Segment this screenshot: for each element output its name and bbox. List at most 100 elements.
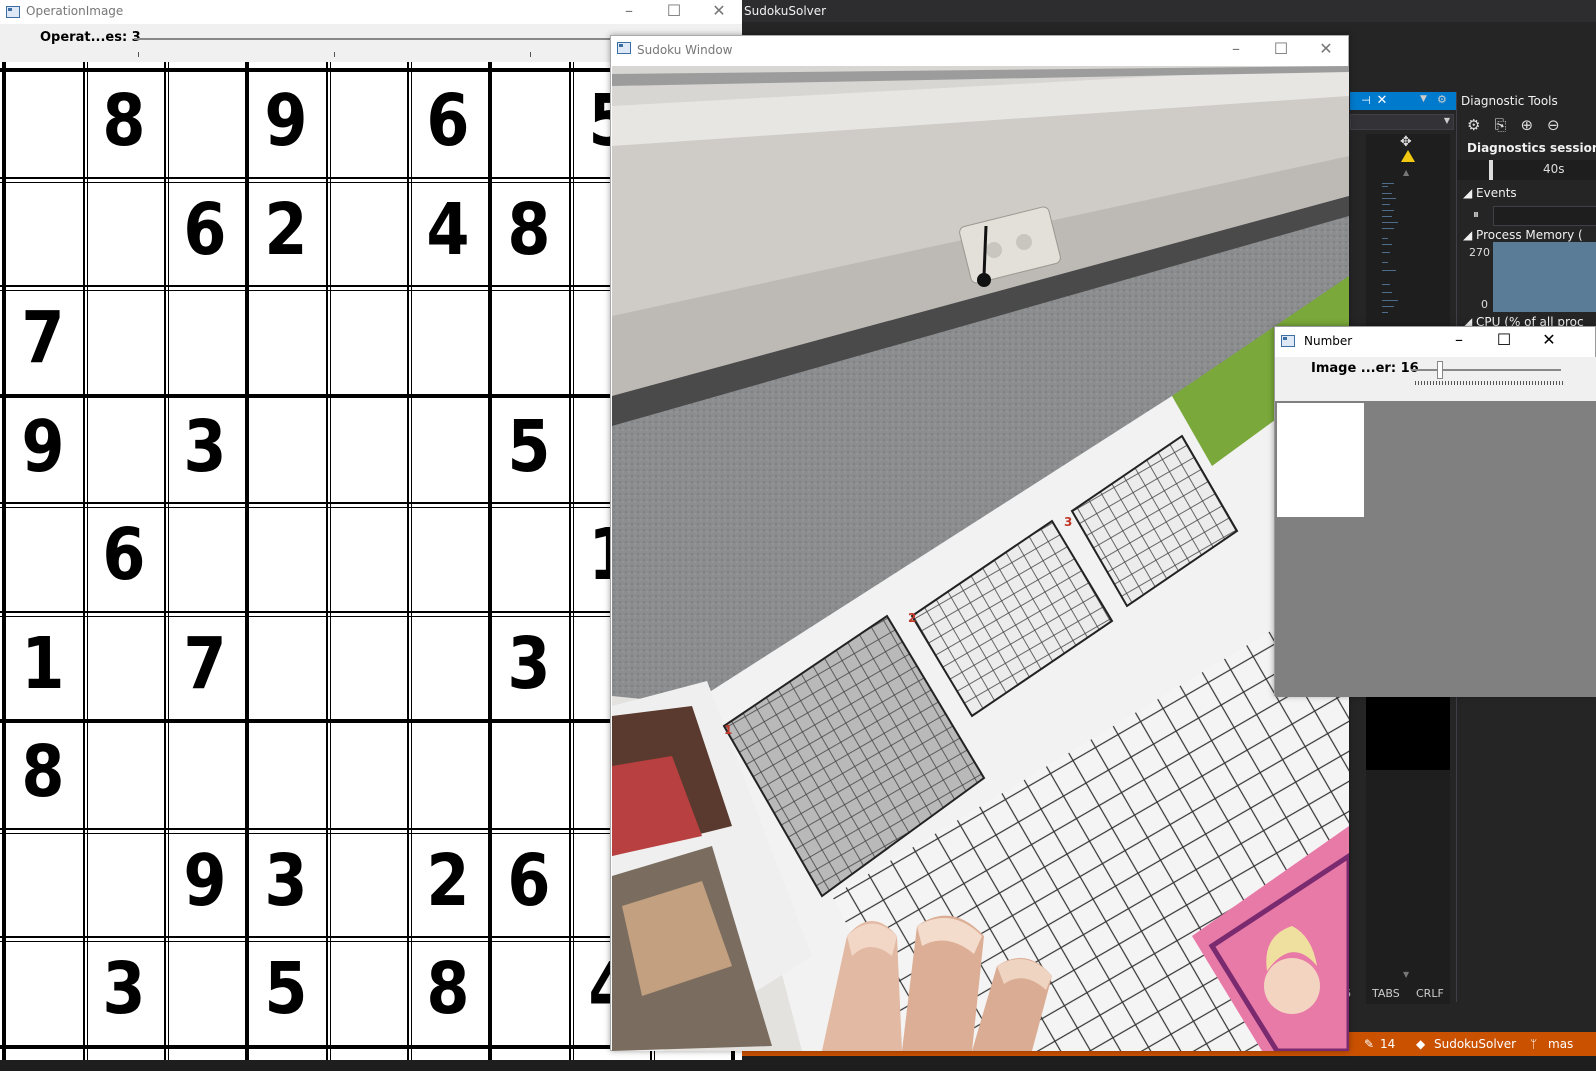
warning-icon[interactable] [1401,150,1415,162]
trackbar-tick [1433,381,1434,385]
minimap-code-line [1382,262,1388,263]
number-trackbar-thumb[interactable] [1437,361,1443,379]
trackbar-tick [1466,381,1467,385]
trackbar-tick [1478,381,1479,385]
move-icon[interactable]: ✥ [1400,134,1412,150]
events-label: Events [1476,186,1517,200]
maximize-icon[interactable]: ☐ [1258,38,1304,62]
gear-icon[interactable]: ⚙ [1437,93,1447,106]
extracted-digit-image [1277,403,1364,517]
minimap-viewport[interactable] [1366,694,1450,770]
trackbar-tick [1496,381,1497,385]
memory-axis-max: 270 [1469,246,1490,259]
pause-icon[interactable]: ⏸ [1473,207,1479,222]
sudoku-cell-digit: 6 [102,512,146,597]
maximize-icon[interactable]: ☐ [651,0,697,24]
settings-icon[interactable]: ⚙ [1467,116,1480,134]
trackbar-tick [1442,381,1443,385]
trackbar-tick [1547,381,1548,385]
trackbar-tick [1499,381,1500,385]
minimize-icon[interactable]: – [1436,329,1482,353]
trackbar-tick [1514,381,1515,385]
diagnostic-toolbar: ⚙ ⎘ ⊕ ⊖ [1457,112,1596,138]
maximize-icon[interactable]: ☐ [1481,329,1527,353]
project-name[interactable]: SudokuSolver [1434,1032,1516,1056]
trackbar-tick [1481,381,1482,385]
sudoku-cell-digit: 3 [102,946,146,1031]
minimap-code-line [1382,228,1394,229]
close-icon[interactable]: ✕ [1303,38,1349,62]
zoom-out-icon[interactable]: ⊖ [1547,116,1560,134]
process-memory-label: Process Memory ( [1476,228,1583,242]
trackbar-tick [1559,381,1560,385]
camera-photo: 1 2 3 [612,66,1349,1051]
edits-count[interactable]: 14 [1380,1032,1395,1056]
export-icon[interactable]: ⎘ [1494,116,1506,134]
trackbar-tick [1487,381,1488,385]
minimap-code-line [1382,252,1390,253]
sudoku-cell-digit: 8 [102,78,146,163]
trackbar-tick [1418,381,1419,385]
pin-icon[interactable]: ⊣ [1358,92,1374,110]
sudoku-cell-digit: 2 [264,186,308,271]
diagnostics-session-label: Diagnostics session [1467,141,1596,155]
number-trackbar-row: Image ...er: 16 [1275,357,1596,401]
sudoku-cell-digit: 4 [426,186,470,271]
trackbar-tick [1511,381,1512,385]
trackbar-tick [1448,381,1449,385]
vs-combo-box[interactable]: ▼ [1350,114,1454,130]
number-window-title: Number [1304,334,1353,348]
number-window-titlebar[interactable]: Number – ☐ ✕ [1275,327,1595,357]
dropdown-icon[interactable]: ▼ [1420,94,1427,104]
zoom-in-icon[interactable]: ⊕ [1520,116,1533,134]
number-window: Number – ☐ ✕ Image ...er: 16 [1274,326,1596,697]
crlf-indicator[interactable]: CRLF [1416,987,1444,1000]
photo-drawing: 1 2 3 [612,66,1349,1051]
close-icon[interactable]: ✕ [1526,329,1572,353]
branch-name[interactable]: mas [1548,1032,1573,1056]
trackbar-tick [530,52,531,57]
app-icon [617,42,631,54]
sudoku-cell-digit: 8 [507,186,551,271]
pencil-icon[interactable]: ✎ [1364,1032,1374,1056]
operation-window-titlebar[interactable]: OperationImage – ☐ ✕ [0,0,742,24]
diagnostics-timeline[interactable]: 40s [1457,160,1596,180]
memory-axis-min: 0 [1481,298,1488,311]
sudoku-cell-digit: 6 [183,186,227,271]
scroll-up-icon[interactable]: ▲ [1403,168,1409,177]
trackbar-tick [1463,381,1464,385]
minimap-code-line [1382,183,1394,184]
close-icon[interactable]: ✕ [696,0,742,24]
minimap-code-line [1382,306,1394,307]
trackbar-tick [1517,381,1518,385]
scroll-down-icon[interactable]: ▼ [1403,970,1409,979]
sudoku-cell-digit: 9 [183,837,227,922]
operation-trackbar-label: Operat...es: 3 [40,30,141,45]
process-memory-section[interactable]: ◢ Process Memory ( [1463,228,1583,242]
trackbar-tick [1436,381,1437,385]
minimap-code-line [1382,216,1392,217]
sudoku-cell-digit: 5 [264,946,308,1031]
trackbar-tick [1424,381,1425,385]
trackbar-tick [1484,381,1485,385]
minimap-code-line [1382,222,1398,223]
events-section[interactable]: ◢ Events [1463,186,1517,200]
sudoku-cell-digit: 8 [426,946,470,1031]
minimap-code-line [1382,292,1392,293]
minimize-icon[interactable]: – [1213,38,1259,62]
trackbar-tick [1472,381,1473,385]
minimize-icon[interactable]: – [606,0,652,24]
sudoku-window-titlebar[interactable]: Sudoku Window – ☐ ✕ [611,36,1348,66]
puzzle-number-label: 2 [908,611,916,625]
trackbar-tick [1493,381,1494,385]
trackbar-tick [138,52,139,57]
app-icon [6,6,20,18]
minimap-code-line [1382,270,1396,271]
sudoku-cell-digit: 3 [183,403,227,488]
trackbar-tick [1544,381,1545,385]
close-icon[interactable]: ✕ [1374,92,1390,110]
tabs-indicator[interactable]: TABS [1372,987,1400,1000]
sudoku-cell-digit: 5 [507,403,551,488]
puzzle-number-label: 1 [724,723,732,737]
number-trackbar[interactable] [1411,369,1561,371]
